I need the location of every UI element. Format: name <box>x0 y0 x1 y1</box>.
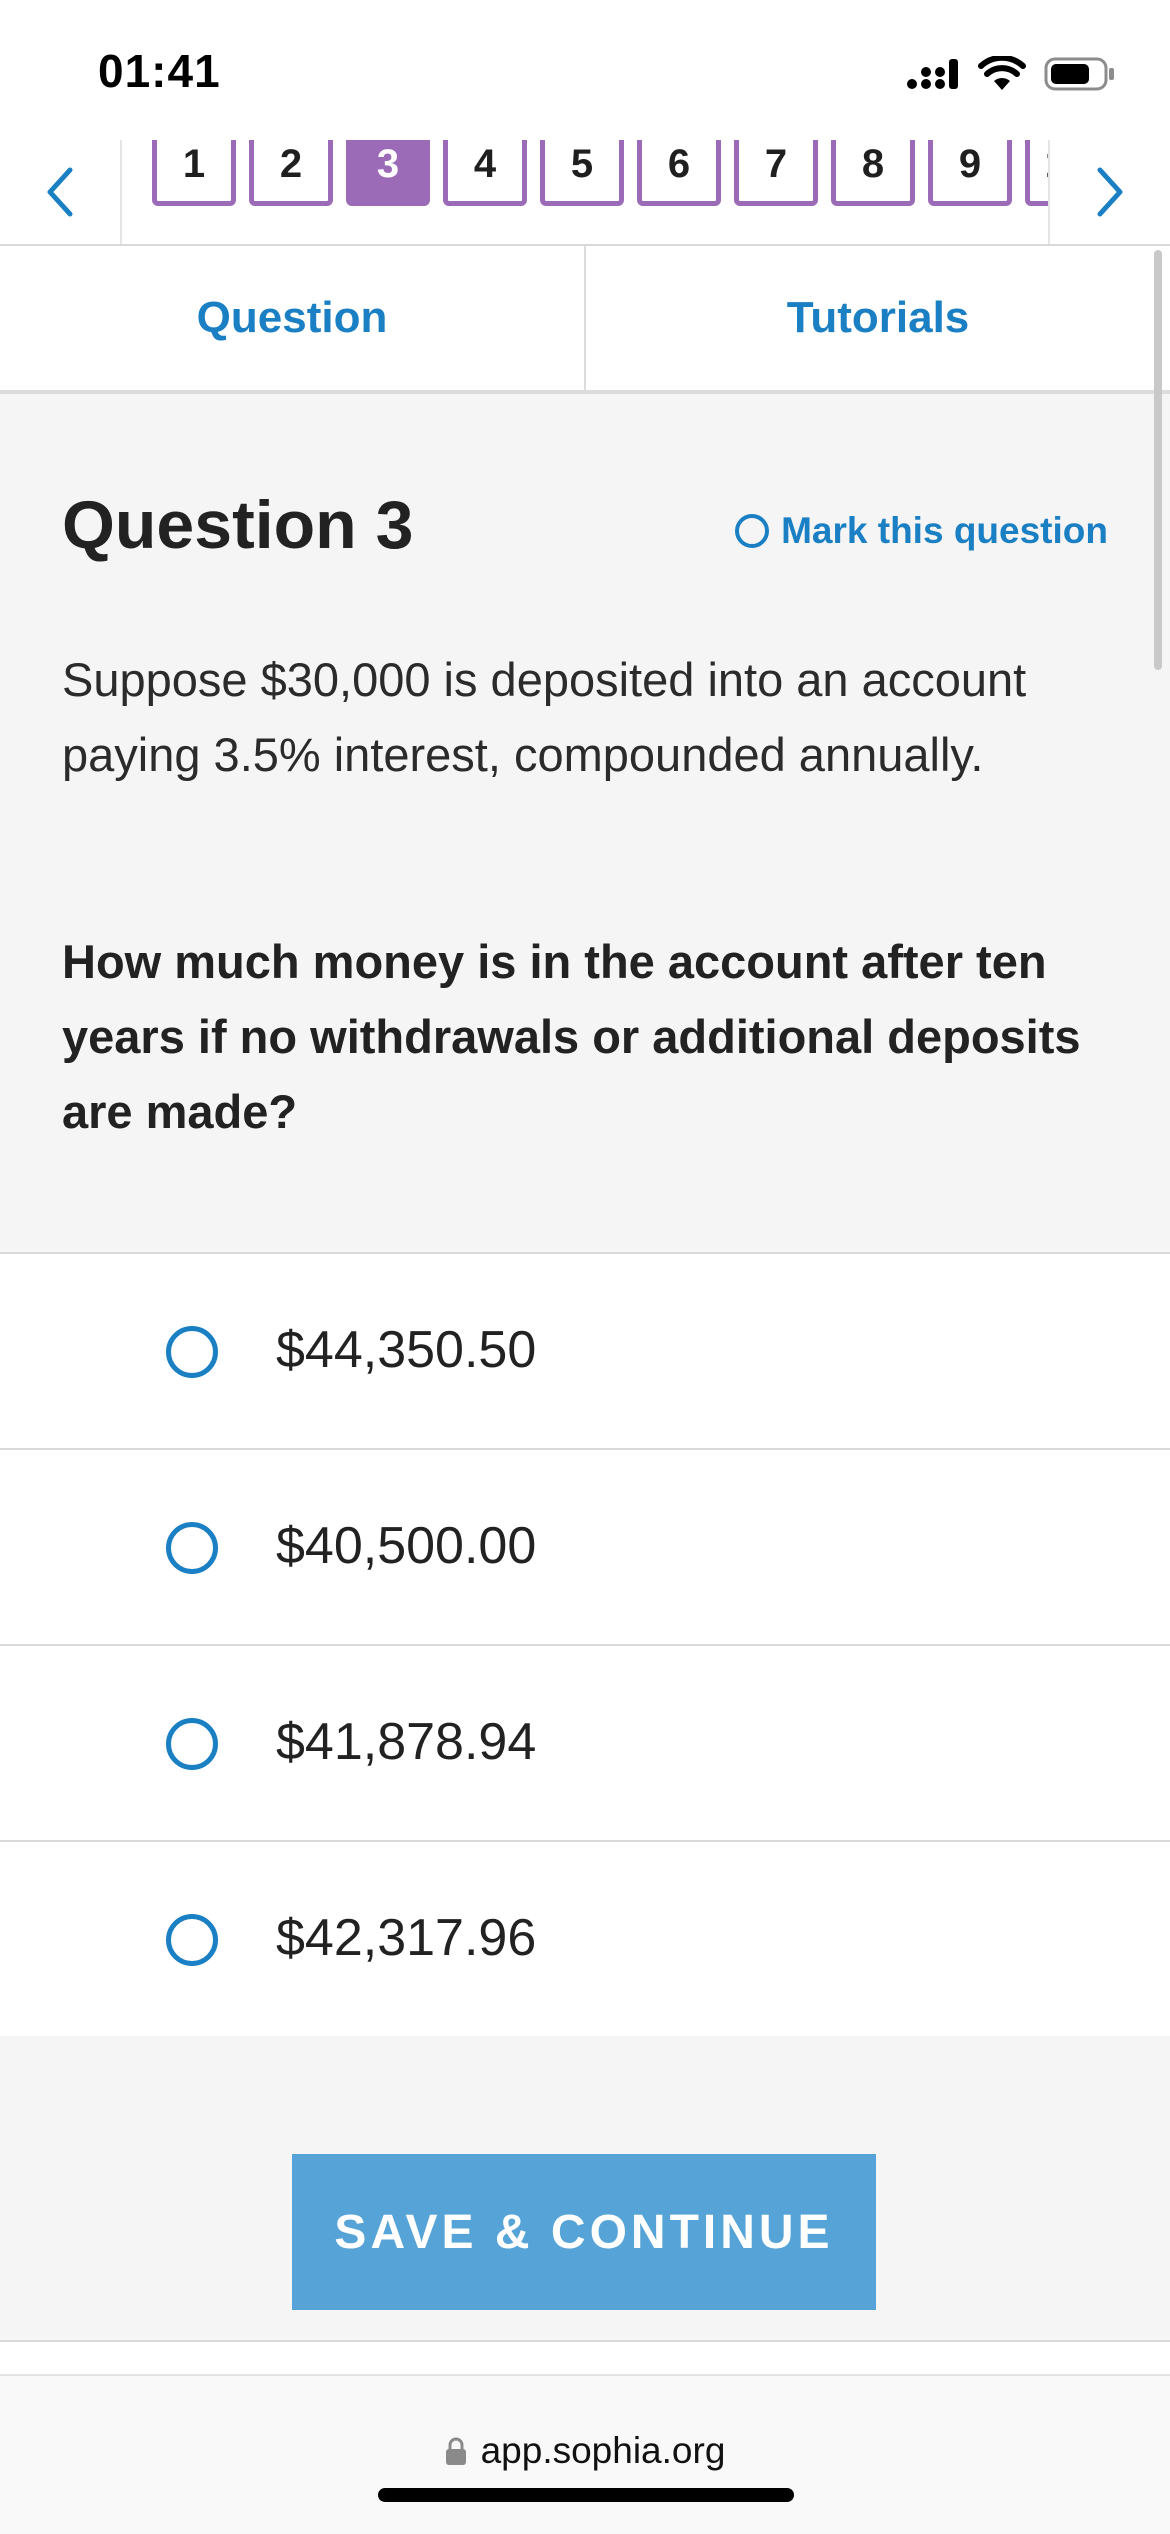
question-number-4[interactable]: 4 <box>443 140 527 206</box>
tab-tutorials[interactable]: Tutorials <box>584 246 1170 390</box>
radio-button[interactable] <box>166 1326 218 1378</box>
tab-question[interactable]: Question <box>0 246 584 390</box>
tab-bar: Question Tutorials <box>0 246 1170 394</box>
radio-button[interactable] <box>166 1718 218 1770</box>
answer-label: $40,500.00 <box>276 1517 537 1575</box>
mark-question-label: Mark this question <box>781 510 1108 551</box>
question-number-6[interactable]: 6 <box>637 140 721 206</box>
answer-option[interactable]: $44,350.50 <box>0 1254 1170 1450</box>
question-prompt: How much money is in the account after t… <box>62 935 1081 1138</box>
mark-question-button[interactable]: Mark this question <box>735 510 1108 552</box>
radio-button[interactable] <box>166 1914 218 1966</box>
question-number-3[interactable]: 3 <box>346 140 430 206</box>
browser-address-bar: app.sophia.org <box>0 2374 1170 2534</box>
question-number-5[interactable]: 5 <box>540 140 624 206</box>
question-panel: Question 3 Mark this question Suppose $3… <box>0 394 1170 1254</box>
question-number-8[interactable]: 8 <box>831 140 915 206</box>
answer-option[interactable]: $40,500.00 <box>0 1450 1170 1646</box>
save-area: SAVE & CONTINUE <box>0 2036 1170 2342</box>
question-title: Question 3 <box>62 487 414 563</box>
question-text: Suppose $30,000 is deposited into an acc… <box>62 653 1027 781</box>
lock-icon <box>445 2437 466 2465</box>
question-number-2[interactable]: 2 <box>249 140 333 206</box>
chevron-right-icon <box>1097 167 1123 217</box>
battery-icon <box>1044 57 1114 91</box>
scrollbar[interactable] <box>1154 250 1162 670</box>
wifi-icon <box>978 56 1026 90</box>
answer-label: $41,878.94 <box>276 1713 537 1771</box>
question-number-track: 12345678910 <box>122 140 1048 244</box>
status-bar: 01:41 <box>0 0 1170 140</box>
question-number-10[interactable]: 10 <box>1025 140 1048 206</box>
answer-label: $44,350.50 <box>276 1321 537 1379</box>
chevron-left-icon <box>47 167 73 217</box>
answer-option[interactable]: $42,317.96 <box>0 1842 1170 2038</box>
answer-label: $42,317.96 <box>276 1909 537 1967</box>
previous-question-button[interactable] <box>0 140 122 244</box>
question-navigator: 12345678910 <box>0 140 1170 246</box>
url-text: app.sophia.org <box>480 2430 726 2471</box>
status-time: 01:41 <box>98 45 221 97</box>
answer-list: $44,350.50 $40,500.00 $41,878.94 $42,317… <box>0 1254 1170 2038</box>
next-question-button[interactable] <box>1048 140 1170 244</box>
mark-circle-icon <box>735 514 770 548</box>
home-indicator <box>378 2488 794 2502</box>
url-display[interactable]: app.sophia.org <box>0 2430 1170 2472</box>
question-number-7[interactable]: 7 <box>734 140 818 206</box>
radio-button[interactable] <box>166 1522 218 1574</box>
cellular-signal-icon <box>907 59 958 89</box>
question-number-list: 12345678910 <box>152 140 1048 206</box>
save-continue-button[interactable]: SAVE & CONTINUE <box>292 2154 876 2310</box>
question-number-9[interactable]: 9 <box>928 140 1012 206</box>
answer-option[interactable]: $41,878.94 <box>0 1646 1170 1842</box>
status-icons <box>906 52 1116 96</box>
question-number-1[interactable]: 1 <box>152 140 236 206</box>
